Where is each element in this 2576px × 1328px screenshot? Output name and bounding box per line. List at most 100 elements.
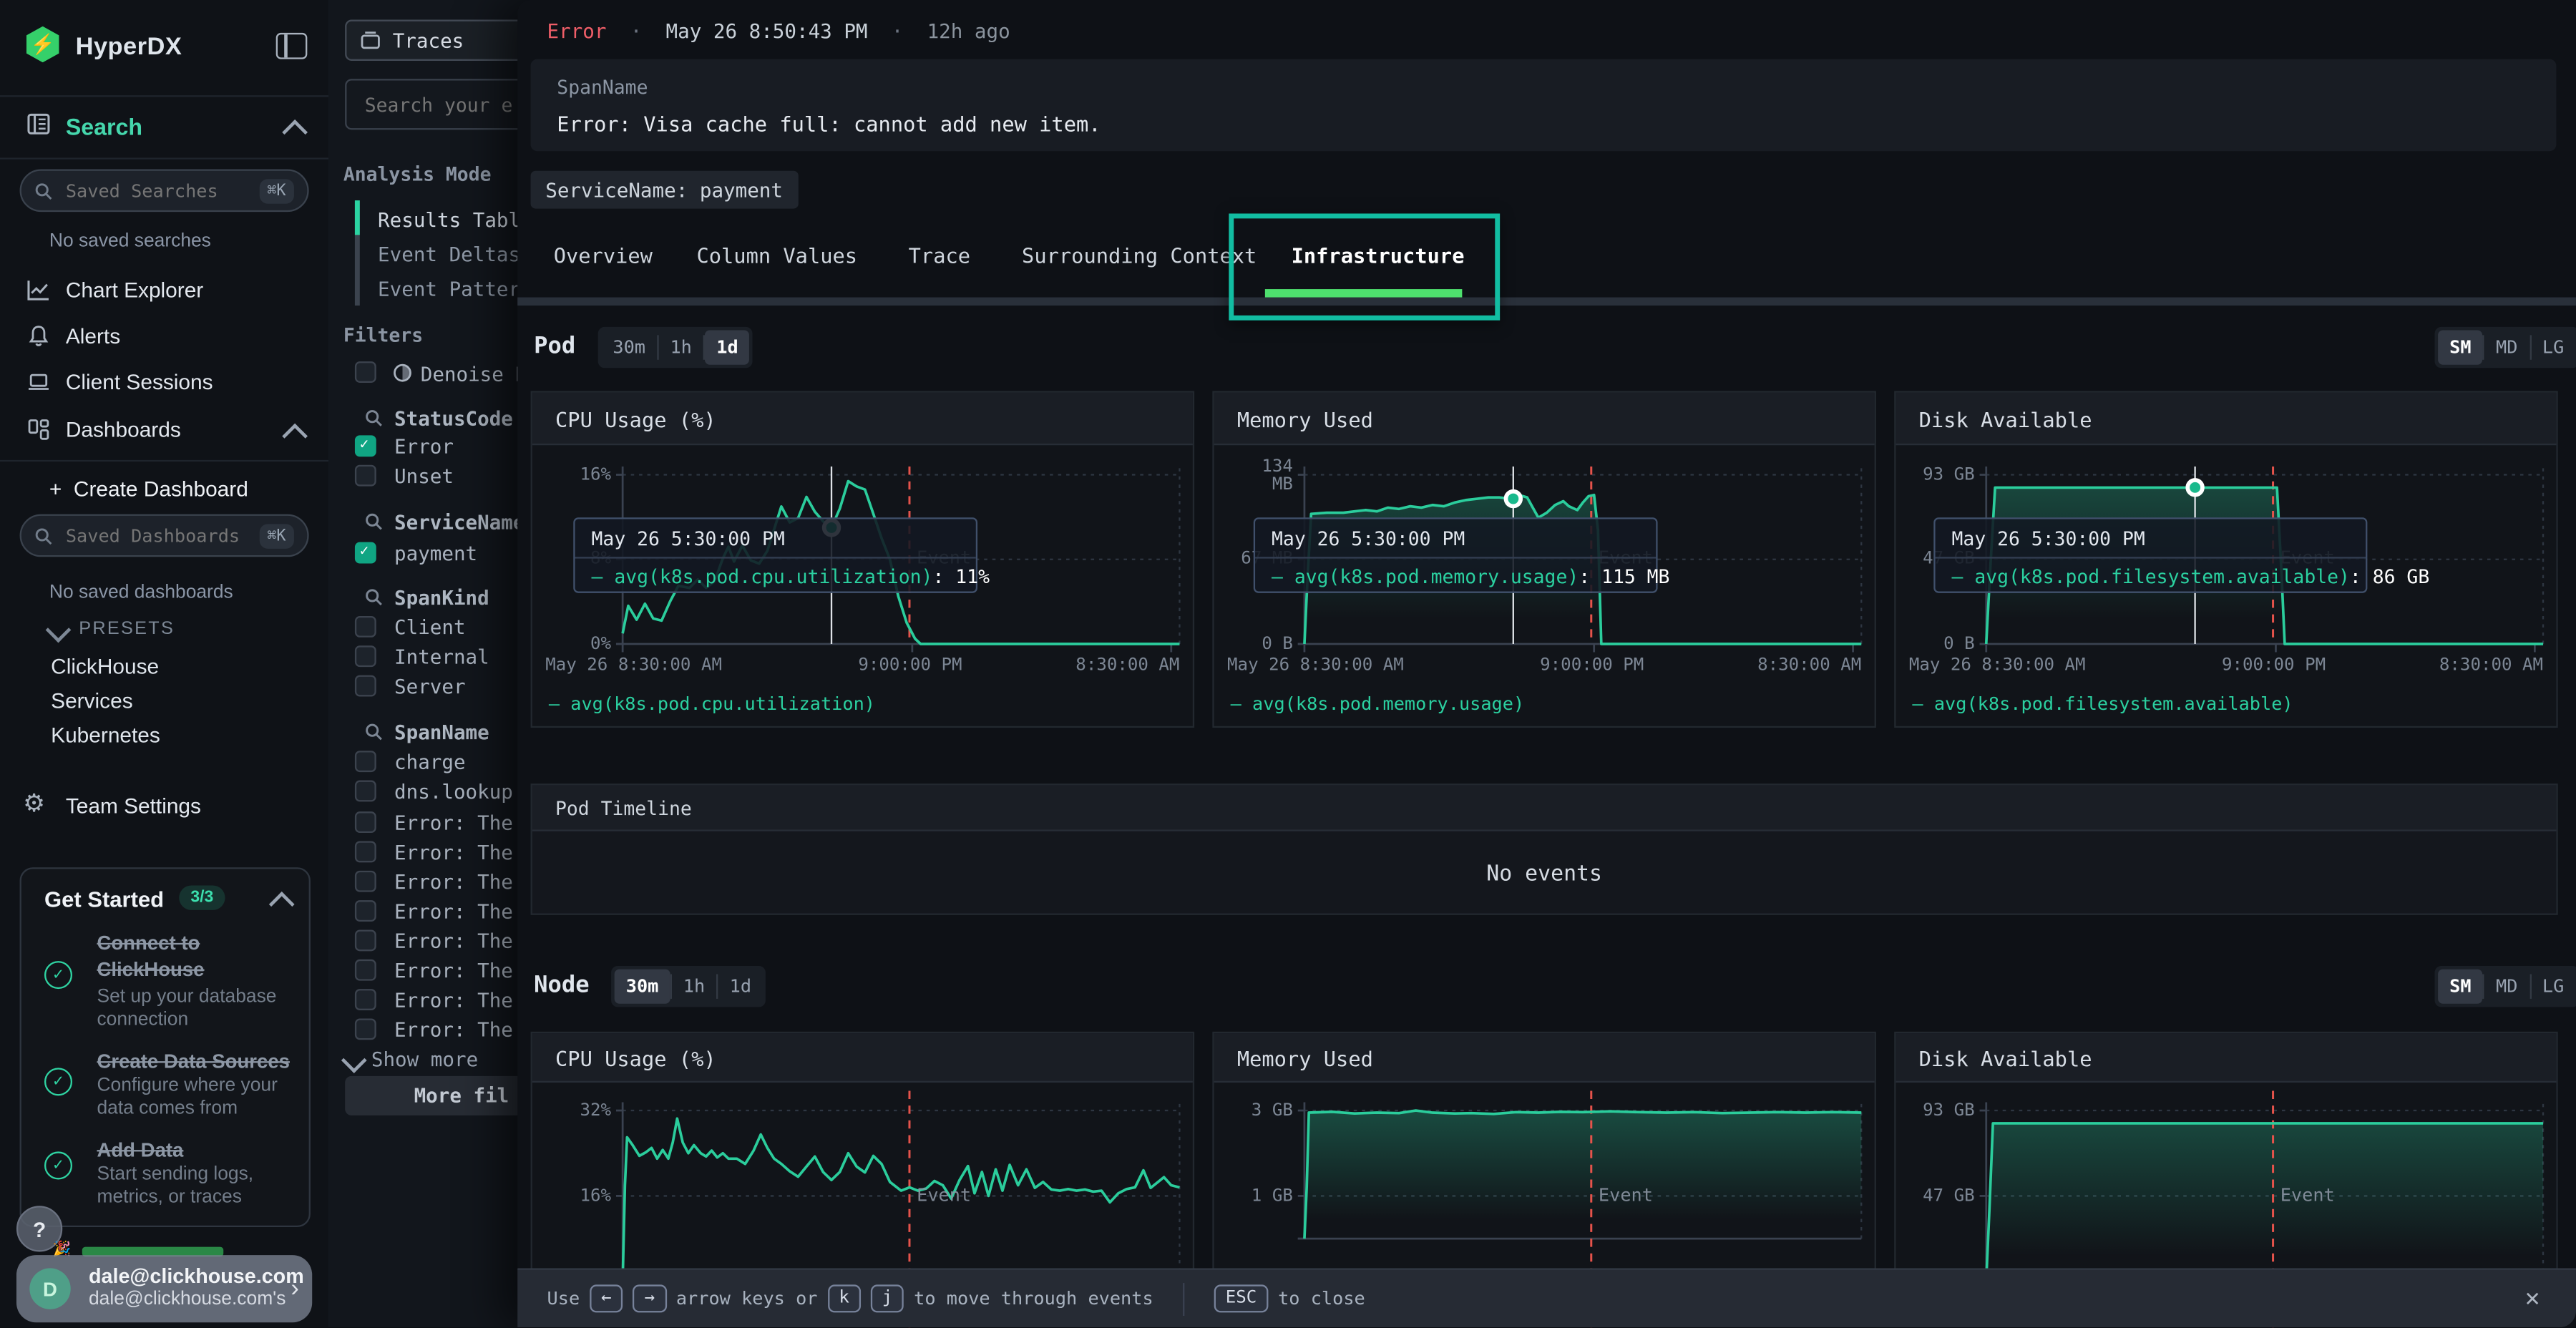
- arrow-left-key[interactable]: ←: [590, 1284, 623, 1312]
- esc-key[interactable]: ESC: [1214, 1284, 1269, 1312]
- saved-searches-input[interactable]: [62, 178, 258, 202]
- sidebar-item-dashboards[interactable]: Dashboards: [66, 417, 181, 441]
- node-range-1d[interactable]: 1d: [718, 970, 763, 1004]
- spanname-error-checkbox[interactable]: [355, 811, 376, 833]
- preset-clickhouse[interactable]: ClickHouse: [51, 654, 159, 678]
- filter-group-spankind[interactable]: SpanKind: [394, 587, 489, 610]
- spankind-internal-label[interactable]: Internal: [394, 645, 489, 668]
- node-size-control[interactable]: SM MD LG: [2435, 966, 2576, 1007]
- saved-searches-search[interactable]: ⌘K: [20, 169, 309, 212]
- spankind-client-checkbox[interactable]: [355, 616, 376, 638]
- servicename-payment-label[interactable]: payment: [394, 542, 477, 565]
- spanname-error-checkbox[interactable]: [355, 900, 376, 922]
- spankind-server-checkbox[interactable]: [355, 675, 376, 697]
- spanname-error-checkbox[interactable]: [355, 841, 376, 863]
- spanname-error-checkbox[interactable]: [355, 1018, 376, 1040]
- chevron-up-icon[interactable]: [269, 892, 295, 917]
- filter-group-statuscode[interactable]: StatusCode: [394, 407, 513, 430]
- sidebar-item-alerts[interactable]: Alerts: [66, 323, 120, 348]
- search-icon[interactable]: [365, 723, 383, 741]
- tab-overview[interactable]: Overview: [554, 243, 653, 268]
- spanname-error-checkbox[interactable]: [355, 929, 376, 951]
- node-size-lg[interactable]: LG: [2531, 970, 2576, 1004]
- statuscode-error-label[interactable]: Error: [394, 435, 454, 458]
- saved-dashboards-search[interactable]: ⌘K: [20, 514, 309, 557]
- pod-size-control[interactable]: SM MD LG: [2435, 327, 2576, 368]
- gs-item-title[interactable]: Connect to: [97, 932, 200, 954]
- chart-legend[interactable]: avg(k8s.pod.memory.usage): [1231, 693, 1525, 715]
- statuscode-unset-label[interactable]: Unset: [394, 465, 454, 488]
- spanname-dnslookup-checkbox[interactable]: [355, 781, 376, 802]
- close-icon[interactable]: ✕: [2525, 1286, 2550, 1311]
- more-filters-button[interactable]: More fil: [345, 1076, 542, 1115]
- node-range-1h[interactable]: 1h: [672, 970, 717, 1004]
- preset-services[interactable]: Services: [51, 688, 132, 713]
- tab-column-values[interactable]: Column Values: [696, 243, 857, 268]
- spanname-charge-checkbox[interactable]: [355, 751, 376, 772]
- tab-trace[interactable]: Trace: [909, 243, 970, 268]
- hyperdx-logo-icon: ⚡: [24, 26, 61, 63]
- pod-range-1h[interactable]: 1h: [658, 330, 703, 364]
- sidebar-item-client-sessions[interactable]: Client Sessions: [66, 370, 213, 394]
- statuscode-unset-checkbox[interactable]: [355, 465, 376, 487]
- collapse-sidebar-icon[interactable]: [276, 33, 308, 59]
- spankind-internal-checkbox[interactable]: [355, 645, 376, 667]
- spankind-client-label[interactable]: Client: [394, 616, 466, 639]
- event-search-box[interactable]: [345, 79, 539, 130]
- servicename-payment-checkbox[interactable]: [355, 542, 376, 564]
- pod-size-md[interactable]: MD: [2484, 330, 2529, 364]
- filter-group-spanname[interactable]: SpanName: [394, 721, 489, 744]
- chevron-down-icon[interactable]: [46, 617, 72, 643]
- spanname-dnslookup-label[interactable]: dns.lookup: [394, 781, 513, 804]
- search-icon[interactable]: [365, 588, 383, 606]
- tab-surrounding-context[interactable]: Surrounding Context: [1022, 243, 1257, 268]
- gs-item-title[interactable]: ClickHouse: [97, 958, 204, 981]
- chart-legend[interactable]: avg(k8s.pod.filesystem.available): [1912, 693, 2293, 715]
- k-key[interactable]: k: [827, 1284, 861, 1312]
- pod-time-range-control[interactable]: 30m 1h 1d: [598, 327, 753, 368]
- node-size-md[interactable]: MD: [2484, 970, 2529, 1004]
- spanname-error-checkbox[interactable]: [355, 989, 376, 1010]
- node-time-range-control[interactable]: 30m 1h 1d: [611, 966, 766, 1007]
- denoise-checkbox[interactable]: [355, 361, 376, 383]
- pod-size-lg[interactable]: LG: [2531, 330, 2576, 364]
- sidebar-item-team-settings[interactable]: Team Settings: [66, 794, 201, 818]
- source-select[interactable]: Traces: [345, 20, 539, 61]
- analysis-mode-results-table[interactable]: Results Table: [378, 209, 532, 232]
- sidebar-item-chart-explorer[interactable]: Chart Explorer: [66, 278, 203, 302]
- chevron-up-icon[interactable]: [282, 119, 308, 145]
- service-name-chip[interactable]: ServiceName: payment: [531, 171, 798, 209]
- arrow-right-key[interactable]: →: [633, 1284, 666, 1312]
- y-tick: 93 GB: [1909, 465, 1975, 485]
- saved-dashboards-input[interactable]: [62, 523, 258, 547]
- avatar: D: [29, 1268, 70, 1309]
- x-tick: 8:30:00 AM: [2405, 655, 2543, 675]
- show-more-link[interactable]: Show more: [371, 1048, 478, 1071]
- node-size-sm[interactable]: SM: [2438, 970, 2483, 1004]
- create-dashboard-button[interactable]: + Create Dashboard: [49, 477, 248, 501]
- pod-size-sm[interactable]: SM: [2438, 330, 2483, 364]
- spanname-error-checkbox[interactable]: [355, 960, 376, 981]
- pod-range-30m[interactable]: 30m: [601, 330, 657, 364]
- dashboards-grid-icon: [26, 417, 51, 441]
- search-icon[interactable]: [365, 409, 383, 427]
- statuscode-error-checkbox[interactable]: [355, 435, 376, 456]
- presets-label[interactable]: PRESETS: [79, 620, 175, 640]
- gs-item-title[interactable]: Add Data: [97, 1138, 183, 1161]
- gs-item-title[interactable]: Create Data Sources: [97, 1050, 290, 1073]
- search-icon[interactable]: [365, 512, 383, 530]
- user-account-chip[interactable]: D dale@clickhouse.com dale@clickhouse.co…: [16, 1255, 312, 1322]
- sidebar-item-search[interactable]: Search: [66, 113, 142, 140]
- spanname-charge-label[interactable]: charge: [394, 751, 466, 773]
- node-range-30m[interactable]: 30m: [615, 970, 670, 1004]
- preset-kubernetes[interactable]: Kubernetes: [51, 723, 160, 747]
- spanname-error-checkbox[interactable]: [355, 871, 376, 892]
- pod-range-1d[interactable]: 1d: [705, 330, 750, 364]
- analysis-mode-event-deltas[interactable]: Event Deltas: [378, 243, 520, 266]
- filter-group-servicename[interactable]: ServiceName: [394, 511, 525, 534]
- chart-legend[interactable]: avg(k8s.pod.cpu.utilization): [549, 693, 875, 715]
- spankind-server-label[interactable]: Server: [394, 675, 466, 698]
- j-key[interactable]: j: [871, 1284, 904, 1312]
- chevron-up-icon[interactable]: [282, 424, 308, 449]
- chevron-down-icon[interactable]: [341, 1048, 367, 1073]
